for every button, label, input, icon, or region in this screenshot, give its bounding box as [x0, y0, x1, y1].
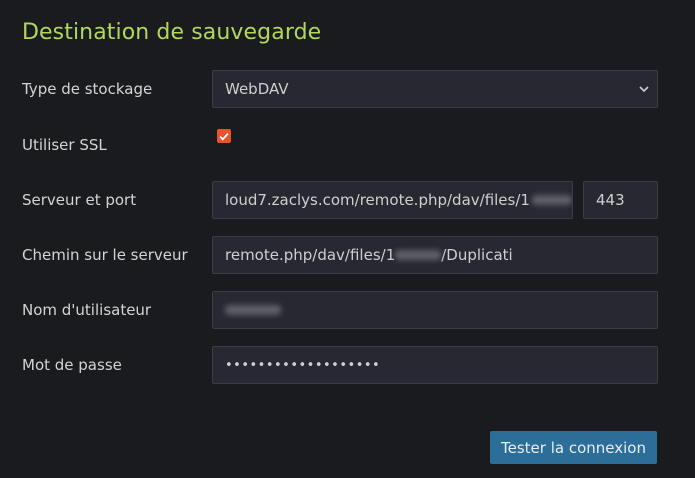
username-input[interactable]	[212, 291, 658, 329]
ssl-label: Utiliser SSL	[22, 136, 107, 154]
server-host-value: loud7.zaclys.com/remote.php/dav/files/1	[225, 191, 530, 209]
backup-destination-panel: Destination de sauvegarde Type de stocka…	[0, 0, 695, 478]
storage-type-value: WebDAV	[225, 80, 289, 98]
section-title: Destination de sauvegarde	[22, 20, 322, 45]
path-value-suffix: /Duplicati	[441, 246, 513, 264]
redacted-region	[225, 305, 281, 315]
checkmark-icon	[219, 132, 229, 141]
storage-type-label: Type de stockage	[22, 80, 153, 98]
server-host-input[interactable]: loud7.zaclys.com/remote.php/dav/files/1	[212, 181, 573, 219]
password-value: •••••••••••••••••••	[225, 357, 381, 373]
server-port-input[interactable]: 443	[583, 181, 658, 219]
path-value-prefix: remote.php/dav/files/1	[225, 246, 396, 264]
test-connection-button[interactable]: Tester la connexion	[490, 431, 657, 464]
storage-type-select[interactable]: WebDAV	[212, 70, 658, 108]
username-label: Nom d'utilisateur	[22, 301, 152, 319]
server-port-value: 443	[596, 191, 625, 209]
redacted-region	[395, 250, 442, 260]
password-label: Mot de passe	[22, 356, 122, 374]
server-path-input[interactable]: remote.php/dav/files/1 /Duplicati	[212, 236, 658, 274]
ssl-checkbox[interactable]	[217, 129, 231, 143]
redacted-region	[531, 195, 572, 205]
path-label: Chemin sur le serveur	[22, 246, 188, 264]
password-input[interactable]: •••••••••••••••••••	[212, 346, 658, 384]
chevron-down-icon	[639, 84, 649, 94]
server-label: Serveur et port	[22, 191, 137, 209]
